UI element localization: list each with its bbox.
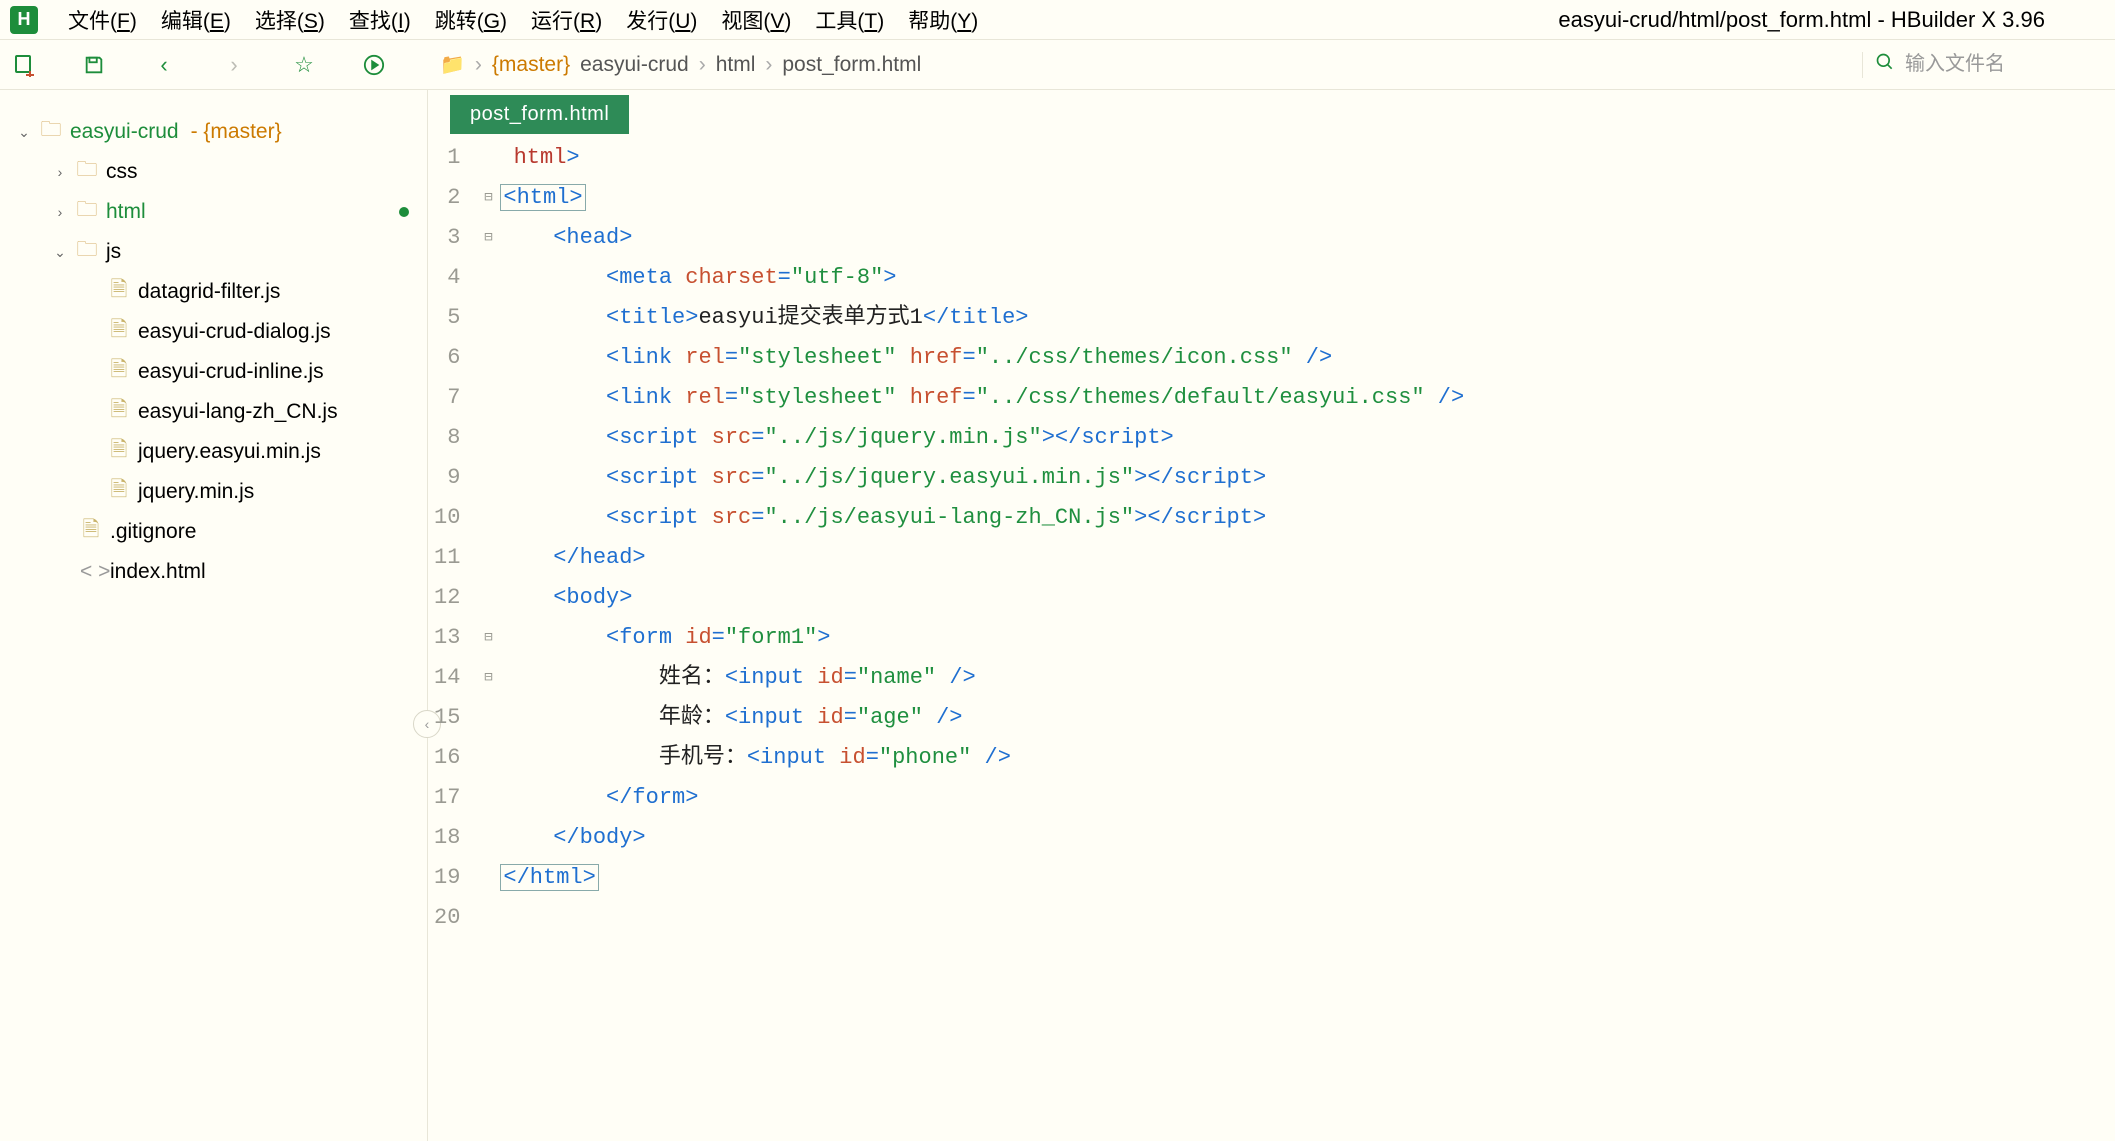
- tree-label: easyui-crud-inline.js: [138, 360, 324, 384]
- tree-file[interactable]: 🗎 jquery.easyui.min.js: [0, 432, 427, 472]
- menu-tool[interactable]: 工具(T): [803, 5, 896, 35]
- back-icon[interactable]: ‹: [150, 51, 178, 79]
- menu-help[interactable]: 帮助(Y): [896, 5, 990, 35]
- save-icon[interactable]: [80, 51, 108, 79]
- breadcrumb-part[interactable]: post_form.html: [782, 53, 921, 77]
- menu-file[interactable]: 文件(F): [56, 5, 149, 35]
- tree-label: datagrid-filter.js: [138, 280, 280, 304]
- tree-label: index.html: [110, 560, 206, 584]
- fold-gutter[interactable]: ⊟⊟⊟⊟: [476, 138, 500, 938]
- tree-folder-js[interactable]: ⌄ 🗀 js: [0, 232, 427, 272]
- tree-folder-css[interactable]: › 🗀 css: [0, 152, 427, 192]
- folder-icon: 🗀: [76, 195, 98, 230]
- search-icon: [1875, 52, 1895, 78]
- file-icon: 🗎: [108, 435, 130, 470]
- chevron-down-icon[interactable]: ⌄: [16, 124, 32, 141]
- tree-folder-html[interactable]: › 🗀 html: [0, 192, 427, 232]
- chevron-right-icon[interactable]: ›: [52, 204, 68, 220]
- folder-open-icon: 🗀: [40, 115, 62, 150]
- editor-tab[interactable]: post_form.html: [450, 95, 629, 134]
- star-icon[interactable]: ☆: [290, 51, 318, 79]
- file-icon: 🗎: [108, 275, 130, 310]
- menu-run[interactable]: 运行(R): [519, 5, 614, 35]
- search-input[interactable]: [1905, 53, 2085, 76]
- menu-select[interactable]: 选择(S): [243, 5, 337, 35]
- menu-find[interactable]: 查找(I): [337, 5, 423, 35]
- file-icon: 🗎: [108, 315, 130, 350]
- folder-icon: 📁: [440, 52, 465, 77]
- line-gutter: 1234567891011121314151617181920: [428, 138, 476, 938]
- code-editor[interactable]: 1234567891011121314151617181920 ⊟⊟⊟⊟ htm…: [428, 134, 2115, 938]
- chevron-right-icon[interactable]: ›: [52, 164, 68, 180]
- breadcrumb: 📁 › {master} easyui-crud › html › post_f…: [440, 52, 921, 77]
- tree-file-index[interactable]: < > index.html: [0, 552, 427, 592]
- tree-project-root[interactable]: ⌄ 🗀 easyui-crud - {master}: [0, 112, 427, 152]
- file-icon: < >: [80, 560, 102, 584]
- folder-icon: 🗀: [76, 155, 98, 190]
- new-file-icon[interactable]: [10, 51, 38, 79]
- breadcrumb-branch[interactable]: {master}: [492, 53, 570, 77]
- tabstrip: post_form.html: [428, 90, 2115, 134]
- run-icon[interactable]: [360, 51, 388, 79]
- file-search: [1862, 52, 2105, 78]
- tree-file[interactable]: 🗎 easyui-crud-dialog.js: [0, 312, 427, 352]
- breadcrumb-part[interactable]: html: [716, 53, 756, 77]
- breadcrumb-sep-icon: ›: [475, 53, 482, 77]
- menu-edit[interactable]: 编辑(E): [149, 5, 243, 35]
- file-icon: 🗎: [108, 395, 130, 430]
- tree-label: jquery.easyui.min.js: [138, 440, 321, 464]
- tree-label: html: [106, 200, 146, 224]
- breadcrumb-part[interactable]: easyui-crud: [580, 53, 689, 77]
- window-title: easyui-crud/html/post_form.html - HBuild…: [990, 7, 2105, 33]
- folder-open-icon: 🗀: [76, 235, 98, 270]
- tree-label: easyui-crud-dialog.js: [138, 320, 331, 344]
- tree-branch: - {master}: [191, 120, 282, 144]
- tree-label: easyui-lang-zh_CN.js: [138, 400, 338, 424]
- menubar: H 文件(F) 编辑(E) 选择(S) 查找(I) 跳转(G) 运行(R) 发行…: [0, 0, 2115, 40]
- tree-label: .gitignore: [110, 520, 196, 544]
- editor-area: post_form.html 1234567891011121314151617…: [428, 90, 2115, 1141]
- code-source[interactable]: html><html> <head> <meta charset="utf-8"…: [500, 138, 2115, 938]
- modified-dot-icon: [399, 207, 409, 217]
- file-icon: 🗎: [80, 515, 102, 550]
- tree-label: js: [106, 240, 121, 264]
- project-explorer: ⌄ 🗀 easyui-crud - {master} › 🗀 css › 🗀 h…: [0, 90, 428, 1141]
- tree-file-gitignore[interactable]: 🗎 .gitignore: [0, 512, 427, 552]
- menu-goto[interactable]: 跳转(G): [423, 5, 519, 35]
- toolbar: ‹ › ☆ 📁 › {master} easyui-crud › html › …: [0, 40, 2115, 90]
- chevron-down-icon[interactable]: ⌄: [52, 244, 68, 261]
- tree-file[interactable]: 🗎 easyui-crud-inline.js: [0, 352, 427, 392]
- app-logo: H: [10, 6, 38, 34]
- file-icon: 🗎: [108, 355, 130, 390]
- tree-file[interactable]: 🗎 jquery.min.js: [0, 472, 427, 512]
- tree-label: jquery.min.js: [138, 480, 254, 504]
- menu-view[interactable]: 视图(V): [709, 5, 803, 35]
- tree-label: easyui-crud: [70, 120, 179, 144]
- file-icon: 🗎: [108, 475, 130, 510]
- tree-file[interactable]: 🗎 easyui-lang-zh_CN.js: [0, 392, 427, 432]
- tree-label: css: [106, 160, 138, 184]
- forward-icon[interactable]: ›: [220, 51, 248, 79]
- breadcrumb-sep-icon: ›: [765, 53, 772, 77]
- menu-publish[interactable]: 发行(U): [614, 5, 709, 35]
- breadcrumb-sep-icon: ›: [699, 53, 706, 77]
- tree-file[interactable]: 🗎 datagrid-filter.js: [0, 272, 427, 312]
